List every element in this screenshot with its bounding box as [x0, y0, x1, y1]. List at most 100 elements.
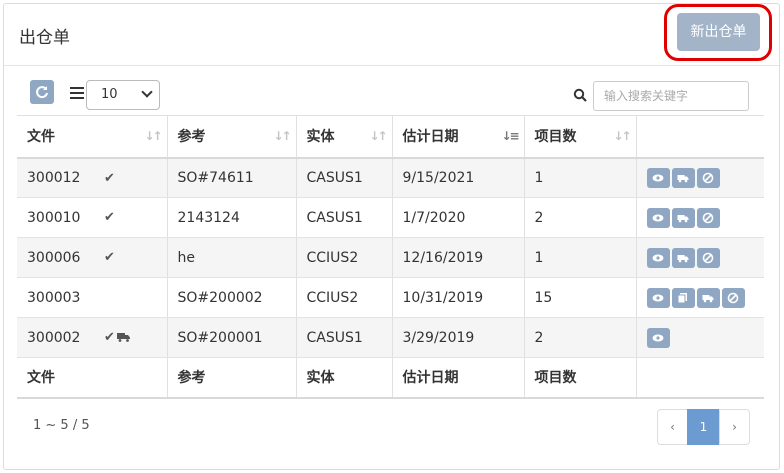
view-icon	[652, 332, 664, 344]
col-header-doc[interactable]: 文件 ↓↑	[17, 115, 168, 159]
check-icon: ✔	[104, 250, 115, 265]
cell-date: 3/29/2019	[392, 317, 525, 358]
copy-button[interactable]	[671, 287, 695, 308]
cell-date: 12/16/2019	[392, 237, 525, 278]
cancel-button[interactable]	[696, 247, 720, 268]
cell-entity: CCIUS2	[296, 277, 393, 318]
cell-actions	[636, 237, 764, 278]
cell-ref: SO#200002	[167, 277, 297, 318]
cell-count: 2	[524, 317, 637, 358]
cell-date: 1/7/2020	[392, 197, 525, 238]
page-button[interactable]: 1	[687, 409, 720, 445]
cell-ref: SO#74611	[167, 157, 297, 198]
page-size-value: 10	[101, 87, 118, 102]
cancel-icon	[702, 172, 714, 184]
col-footer-count: 项目数	[524, 357, 637, 399]
cell-ref: 2143124	[167, 197, 297, 238]
cell-actions	[636, 157, 764, 198]
col-footer-doc: 文件	[17, 357, 168, 399]
check-icon: ✔	[104, 210, 115, 225]
search-input[interactable]: 输入搜索关键字	[593, 81, 749, 111]
view-button[interactable]	[646, 167, 670, 188]
table-row[interactable]: 300002 ✔ SO#200001 CASUS1 3/29/2019 2	[17, 317, 764, 358]
cell-ref: SO#200001	[167, 317, 297, 358]
sort-icon: ↓↑	[369, 129, 388, 143]
cell-ref: he	[167, 237, 297, 278]
truck-button[interactable]	[671, 167, 695, 188]
table-row[interactable]: 300003 SO#200002 CCIUS2 10/31/2019 15	[17, 277, 764, 318]
truck-icon	[702, 292, 714, 304]
view-icon	[652, 172, 664, 184]
page-size-select[interactable]: 10	[86, 80, 160, 110]
view-icon	[652, 292, 664, 304]
cell-doc: 300012 ✔	[17, 157, 168, 198]
cell-entity: CCIUS2	[296, 237, 393, 278]
view-icon	[652, 212, 664, 224]
view-button[interactable]	[646, 247, 670, 268]
cancel-button[interactable]	[696, 207, 720, 228]
sort-icon: ↓↑	[613, 129, 632, 143]
col-footer-ref: 参考	[167, 357, 297, 399]
prev-page-button[interactable]: ‹	[657, 409, 688, 445]
cell-count: 1	[524, 157, 637, 198]
panel-header: 出仓单	[4, 4, 779, 66]
cell-date: 9/15/2021	[392, 157, 525, 198]
col-header-ref[interactable]: 参考 ↓↑	[167, 115, 297, 159]
cell-count: 1	[524, 237, 637, 278]
cell-actions	[636, 197, 764, 238]
cell-entity: CASUS1	[296, 157, 393, 198]
outbound-table: 文件 ↓↑ 参考 ↓↑ 实体 ↓↑ 估计日期 ↓≡ 项目数 ↓↑ 300012 ✔ SO#74…	[17, 115, 764, 399]
cell-doc: 300003	[17, 277, 168, 318]
cancel-icon	[702, 212, 714, 224]
table-row[interactable]: 300010 ✔ 2143124 CASUS1 1/7/2020 2	[17, 197, 764, 238]
sort-desc-icon: ↓≡	[501, 129, 520, 143]
cancel-icon	[727, 292, 739, 304]
refresh-button[interactable]	[30, 80, 54, 104]
view-icon	[652, 252, 664, 264]
cell-count: 2	[524, 197, 637, 238]
truck-icon	[117, 333, 130, 342]
table-row[interactable]: 300012 ✔ SO#74611 CASUS1 9/15/2021 1	[17, 157, 764, 198]
cancel-button[interactable]	[721, 287, 745, 308]
col-header-entity[interactable]: 实体 ↓↑	[296, 115, 393, 159]
pagination-info: 1 ~ 5 / 5	[33, 418, 90, 433]
cancel-button[interactable]	[696, 167, 720, 188]
view-button[interactable]	[646, 287, 670, 308]
sort-icon: ↓↑	[144, 129, 163, 143]
col-footer-entity: 实体	[296, 357, 393, 399]
col-header-date[interactable]: 估计日期 ↓≡	[392, 115, 525, 159]
truck-button[interactable]	[671, 247, 695, 268]
truck-icon	[677, 212, 689, 224]
truck-icon	[677, 252, 689, 264]
col-footer-date: 估计日期	[392, 357, 525, 399]
cell-entity: CASUS1	[296, 197, 393, 238]
chevron-down-icon	[141, 86, 153, 98]
cell-entity: CASUS1	[296, 317, 393, 358]
truck-button[interactable]	[671, 207, 695, 228]
view-button[interactable]	[646, 327, 670, 348]
col-header-count[interactable]: 项目数 ↓↑	[524, 115, 637, 159]
cell-doc: 300002 ✔	[17, 317, 168, 358]
truck-icon	[677, 172, 689, 184]
search-icon	[573, 88, 587, 102]
cancel-icon	[702, 252, 714, 264]
cell-date: 10/31/2019	[392, 277, 525, 318]
cell-doc: 300010 ✔	[17, 197, 168, 238]
cell-actions	[636, 317, 764, 358]
new-outbound-button[interactable]: 新出仓单	[677, 13, 760, 51]
col-footer-actions	[636, 357, 764, 399]
cell-count: 15	[524, 277, 637, 318]
list-icon[interactable]	[70, 87, 84, 99]
refresh-icon	[36, 86, 48, 99]
table-row[interactable]: 300006 ✔ he CCIUS2 12/16/2019 1	[17, 237, 764, 278]
check-icon: ✔	[104, 330, 115, 345]
cell-actions	[636, 277, 764, 318]
truck-button[interactable]	[696, 287, 720, 308]
col-header-actions	[636, 115, 764, 159]
check-icon: ✔	[104, 170, 115, 186]
pagination: ‹ 1 ›	[657, 409, 750, 445]
copy-icon	[677, 292, 689, 304]
view-button[interactable]	[646, 207, 670, 228]
next-page-button[interactable]: ›	[719, 409, 750, 445]
sort-icon: ↓↑	[273, 129, 292, 143]
